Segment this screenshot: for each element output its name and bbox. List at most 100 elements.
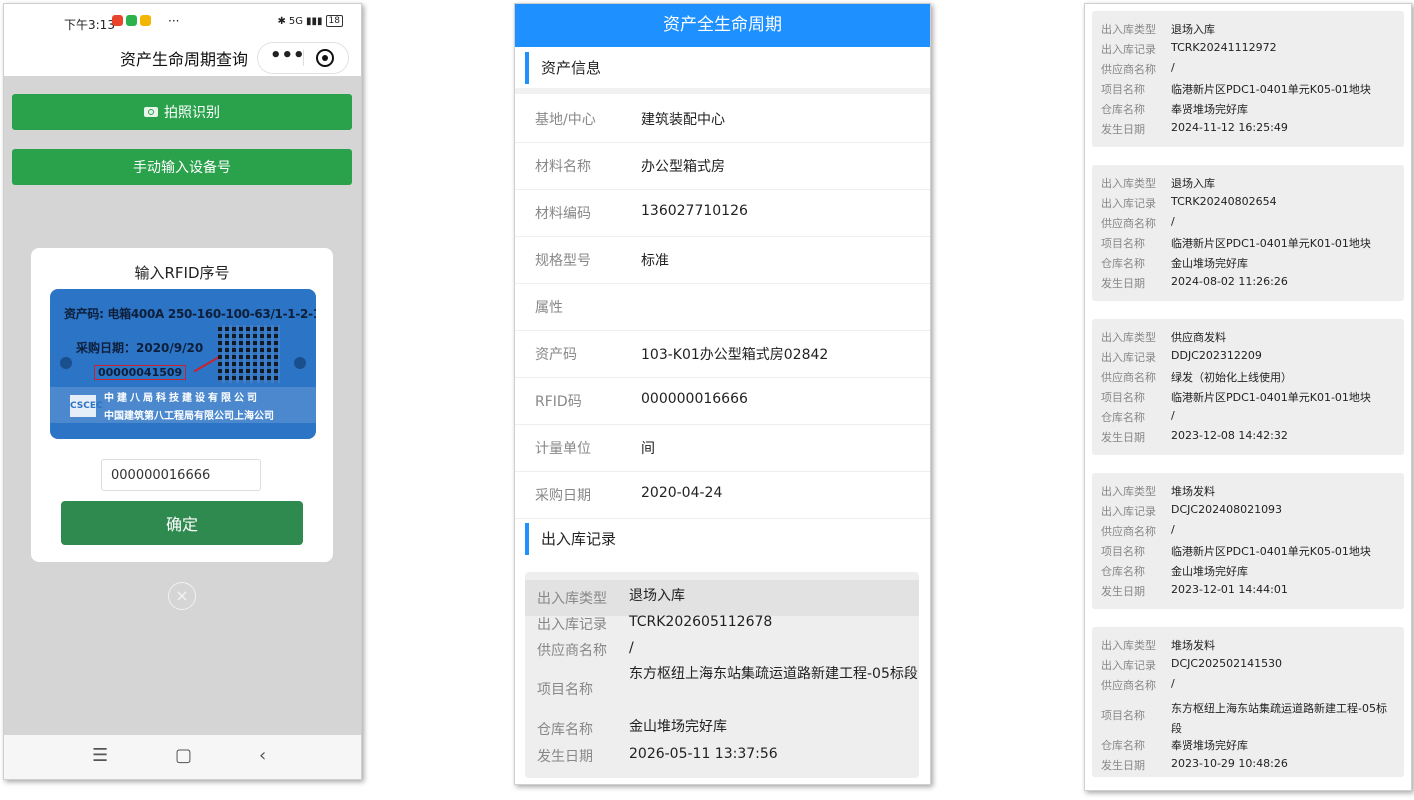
record-label: 供应商名称 xyxy=(1101,63,1156,76)
field-value: 间 xyxy=(641,441,655,457)
manual-input-label: 手动输入设备号 xyxy=(133,160,231,176)
record-value: 临港新片区PDC1-0401单元K05-01地块 xyxy=(1171,83,1371,96)
record-label: 发生日期 xyxy=(1101,123,1145,136)
record-label: 仓库名称 xyxy=(1101,739,1145,752)
record-label: 项目名称 xyxy=(1101,545,1145,558)
field-row: 计量单位 间 xyxy=(515,424,930,472)
tag-asset-code: 资产码: 电箱400A 250-160-100-63/1-1-2-1 06105 xyxy=(64,307,316,321)
record-label: 发生日期 xyxy=(1101,277,1145,290)
field-label: 采购日期 xyxy=(535,488,591,504)
record-value: 2024-08-02 11:26:26 xyxy=(1171,275,1288,288)
record-value: 临港新片区PDC1-0401单元K05-01地块 xyxy=(1171,545,1371,558)
field-row: RFID码 000000016666 xyxy=(515,377,930,425)
record-label: 发生日期 xyxy=(537,749,593,765)
tag-company: 中建八局科技建设有限公司 xyxy=(104,393,260,404)
record-value: TCRK202605112678 xyxy=(629,614,773,630)
close-miniprogram-icon[interactable] xyxy=(316,49,334,67)
wechat-icon xyxy=(126,15,137,26)
system-nav-bar: ☰ ▢ ‹ xyxy=(4,735,361,779)
record-card: 出入库类型 供应商发料 出入库记录 DDJC202312209 供应商名称 绿发（初始化上… xyxy=(1092,319,1404,455)
tag-company2: 中国建筑第八工程局有限公司上海公司 xyxy=(104,411,274,422)
record-label: 项目名称 xyxy=(1101,237,1145,250)
record-label: 仓库名称 xyxy=(537,722,593,738)
status-time: 下午3:13 xyxy=(64,18,115,32)
asset-info-section-title: 资产信息 xyxy=(525,52,601,84)
record-label: 出入库类型 xyxy=(1101,639,1156,652)
record-label: 发生日期 xyxy=(1101,585,1145,598)
field-label: 规格型号 xyxy=(535,253,591,269)
record-value: 堆场发料 xyxy=(1171,639,1215,652)
record-label: 发生日期 xyxy=(1101,759,1145,772)
field-row: 属性 xyxy=(515,283,930,331)
capsule-divider xyxy=(303,50,304,66)
battery-icon: 18 xyxy=(325,15,343,27)
record-label: 仓库名称 xyxy=(1101,565,1145,578)
field-row: 基地/中心 建筑装配中心 xyxy=(515,95,930,143)
record-label: 出入库类型 xyxy=(1101,177,1156,190)
record-card: 出入库类型 堆场发料 出入库记录 DCJC202502141530 供应商名称 / 项目名称… xyxy=(1092,627,1404,777)
signal-label: 5G xyxy=(288,15,304,27)
field-label: 材料编码 xyxy=(535,206,591,222)
record-value: DDJC202312209 xyxy=(1171,349,1262,362)
signal-bars-icon: ▮▮▮ xyxy=(306,15,323,27)
company-logo-icon: CSCEC xyxy=(70,395,103,417)
more-icon[interactable]: ••• xyxy=(270,46,305,66)
record-value: / xyxy=(629,640,634,656)
close-modal-icon[interactable]: × xyxy=(168,582,196,610)
record-value: 退场入库 xyxy=(1171,177,1215,190)
record-label: 项目名称 xyxy=(1101,83,1145,96)
field-label: 属性 xyxy=(535,300,563,316)
page-title: 资产生命周期查询 xyxy=(120,50,249,69)
phone-screen-record-list: 出入库类型 退场入库 出入库记录 TCRK20241112972 供应商名称 / 项目名称临… xyxy=(1084,3,1412,791)
record-label: 出入库类型 xyxy=(1101,331,1156,344)
record-value: 金山堆场完好库 xyxy=(1171,565,1248,578)
manual-input-button[interactable]: 手动输入设备号 xyxy=(12,149,352,185)
field-label: RFID码 xyxy=(535,394,582,410)
record-label: 供应商名称 xyxy=(1101,525,1156,538)
field-row: 材料名称 办公型箱式房 xyxy=(515,142,930,190)
field-value: 标准 xyxy=(641,253,669,269)
record-value: 金山堆场完好库 xyxy=(629,719,727,735)
back-nav-icon[interactable]: ‹ xyxy=(259,745,266,766)
photo-recognize-label: 拍照识别 xyxy=(164,105,220,121)
record-label: 发生日期 xyxy=(1101,431,1145,444)
home-nav-icon[interactable]: ▢ xyxy=(175,745,192,766)
field-label: 基地/中心 xyxy=(535,112,596,128)
record-label: 供应商名称 xyxy=(1101,679,1156,692)
record-value: TCRK20240802654 xyxy=(1171,195,1277,208)
record-section-title: 出入库记录 xyxy=(525,523,616,555)
miniprogram-capsule[interactable]: ••• xyxy=(257,42,349,74)
record-label: 出入库记录 xyxy=(1101,351,1156,364)
rfid-input[interactable]: 000000016666 xyxy=(101,459,261,491)
qr-code-pattern xyxy=(218,325,280,383)
record-label: 出入库记录 xyxy=(1101,197,1156,210)
record-label: 出入库类型 xyxy=(1101,23,1156,36)
modal-title: 输入RFID序号 xyxy=(134,264,230,282)
record-value: TCRK20241112972 xyxy=(1171,41,1277,54)
notification-icons xyxy=(112,15,151,26)
record-label: 仓库名称 xyxy=(1101,411,1145,424)
confirm-button[interactable]: 确定 xyxy=(61,501,303,545)
record-label: 出入库记录 xyxy=(1101,43,1156,56)
record-value: 奉贤堆场完好库 xyxy=(1171,103,1248,116)
record-value: DCJC202502141530 xyxy=(1171,657,1283,670)
field-label: 资产码 xyxy=(535,347,577,363)
status-bar: 下午3:13 ··· ✱ 5G ▮▮▮ 18 xyxy=(4,4,361,38)
field-value: 2020-04-24 xyxy=(641,485,723,501)
field-row: 规格型号 标准 xyxy=(515,236,930,284)
menu-nav-icon[interactable]: ☰ xyxy=(92,745,108,766)
rfid-modal: 输入RFID序号 资产码: 电箱400A 250-160-100-63/1-1-… xyxy=(31,248,333,562)
app-notification-icon xyxy=(140,15,151,26)
page-header: 资产全生命周期 xyxy=(515,4,930,47)
record-label: 仓库名称 xyxy=(1101,103,1145,116)
record-card: 出入库类型 退场入库 出入库记录 TCRK202605112678 供应商名称 / 项… xyxy=(525,572,919,778)
record-label: 仓库名称 xyxy=(1101,257,1145,270)
record-value: 奉贤堆场完好库 xyxy=(1171,739,1248,752)
record-value: 东方枢纽上海东站集疏运道路新建工程-05标段 xyxy=(629,666,918,682)
record-label: 出入库记录 xyxy=(1101,659,1156,672)
record-value: 供应商发料 xyxy=(1171,331,1226,344)
record-label: 出入库记录 xyxy=(537,617,607,633)
photo-recognize-button[interactable]: 拍照识别 xyxy=(12,94,352,130)
record-value: 金山堆场完好库 xyxy=(1171,257,1248,270)
record-card: 出入库类型 退场入库 出入库记录 TCRK20241112972 供应商名称 / 项目名称 临… xyxy=(1092,11,1404,147)
